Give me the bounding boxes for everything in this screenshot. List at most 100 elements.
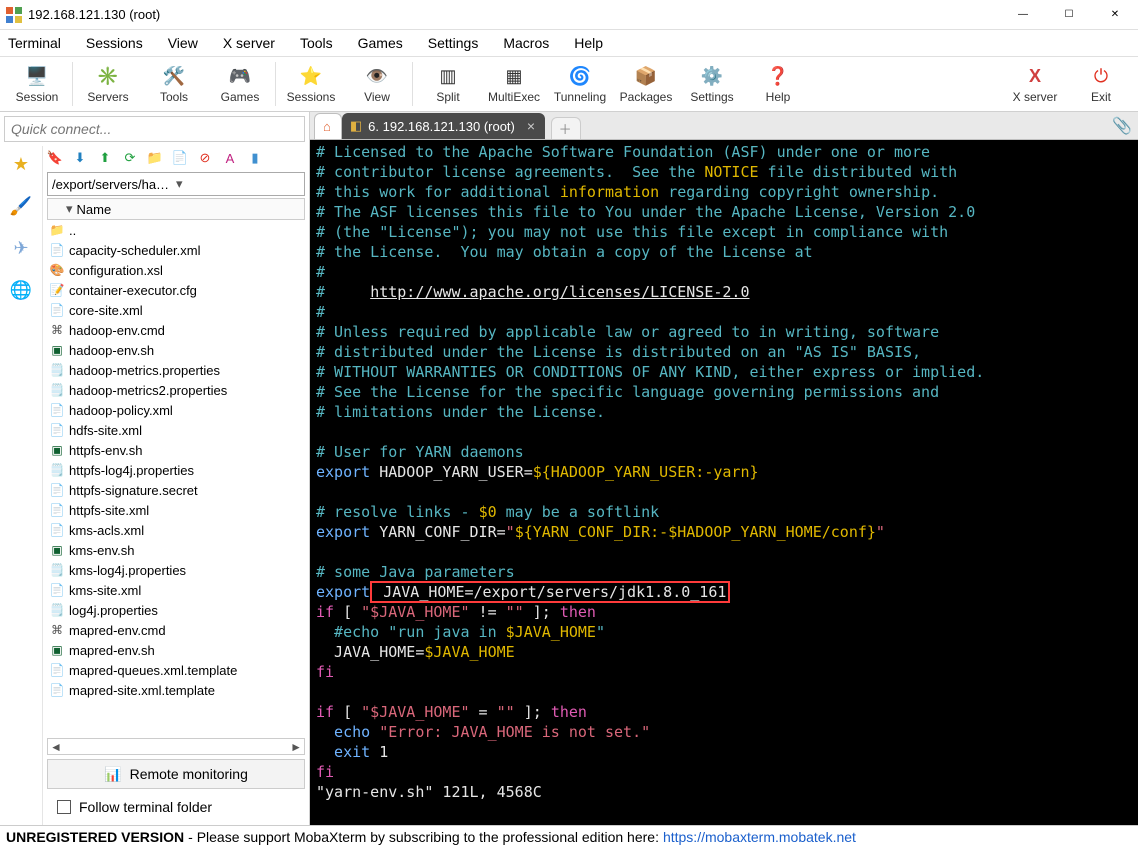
tab-close-icon[interactable]: × <box>527 118 535 134</box>
exit-button[interactable]: ⏻Exit <box>1068 58 1134 110</box>
menu-macros[interactable]: Macros <box>499 33 553 53</box>
file-item[interactable]: 📝 container-executor.cfg <box>47 280 305 300</box>
file-icon: 📄 <box>49 522 65 538</box>
file-item[interactable]: 🗒️httpfs-log4j.properties <box>47 460 305 480</box>
menu-settings[interactable]: Settings <box>424 33 483 53</box>
tools-icon: 🛠️ <box>162 64 186 88</box>
file-icon: 📄 <box>49 682 65 698</box>
file-item[interactable]: 🗒️hadoop-metrics.properties <box>47 360 305 380</box>
remote-monitoring-button[interactable]: 📊Remote monitoring <box>47 759 305 789</box>
file-item[interactable]: 🗒️log4j.properties <box>47 600 305 620</box>
file-item[interactable]: 🎨configuration.xsl <box>47 260 305 280</box>
menu-tools[interactable]: Tools <box>296 33 337 53</box>
path-dropdown-icon[interactable]: ▾ <box>174 176 300 192</box>
file-item[interactable]: ⌘mapred-env.cmd <box>47 620 305 640</box>
file-item[interactable]: ▣mapred-env.sh <box>47 640 305 660</box>
status-link[interactable]: https://mobaxterm.mobatek.net <box>663 829 856 845</box>
sftp-file-list[interactable]: 📁.. 📄capacity-scheduler.xml🎨configuratio… <box>47 220 305 738</box>
send-icon[interactable]: ✈ <box>9 236 33 260</box>
delete-icon[interactable]: ⊘ <box>197 150 213 166</box>
download-icon[interactable]: ⬇ <box>72 150 88 166</box>
tools-button[interactable]: 🛠️Tools <box>141 58 207 110</box>
quick-connect-input[interactable] <box>4 116 305 142</box>
split-button[interactable]: ▥Split <box>415 58 481 110</box>
menu-help[interactable]: Help <box>570 33 607 53</box>
file-item[interactable]: ▣kms-env.sh <box>47 540 305 560</box>
file-item[interactable]: 🗒️kms-log4j.properties <box>47 560 305 580</box>
newfolder-icon[interactable]: 📁 <box>147 150 163 166</box>
xserver-button[interactable]: XX server <box>1002 58 1068 110</box>
terminal-view[interactable]: # Licensed to the Apache Software Founda… <box>310 140 1138 825</box>
file-icon: 📄 <box>49 502 65 518</box>
brush-icon[interactable]: 🖌️ <box>9 194 33 218</box>
power-icon: ⏻ <box>1089 64 1113 88</box>
sessions-icon: ⭐ <box>299 64 323 88</box>
minimize-button[interactable]: — <box>1000 0 1046 30</box>
status-message: - Please support MobaXterm by subscribin… <box>188 829 659 845</box>
menu-view[interactable]: View <box>164 33 202 53</box>
file-item[interactable]: 🗒️hadoop-metrics2.properties <box>47 380 305 400</box>
sessions-button[interactable]: ⭐Sessions <box>278 58 344 110</box>
terminal-tab-icon: ◧ <box>350 118 362 134</box>
newfile-icon[interactable]: 📄 <box>172 150 188 166</box>
file-name: kms-acls.xml <box>69 523 144 538</box>
xserver-icon: X <box>1023 64 1047 88</box>
help-button[interactable]: ❓Help <box>745 58 811 110</box>
bookmark-icon[interactable]: 🔖 <box>47 150 63 166</box>
games-button[interactable]: 🎮Games <box>207 58 273 110</box>
checkbox-icon[interactable] <box>57 800 71 814</box>
file-icon: ▣ <box>49 342 65 358</box>
file-item[interactable]: 📄 kms-acls.xml <box>47 520 305 540</box>
side-icon-bar: ★ 🖌️ ✈ 🌐 <box>0 146 42 825</box>
file-item[interactable]: 📄mapred-site.xml.template <box>47 680 305 700</box>
file-item[interactable]: 📄core-site.xml <box>47 300 305 320</box>
file-icon: 🎨 <box>49 262 65 278</box>
upload-icon[interactable]: ⬆ <box>97 150 113 166</box>
file-item[interactable]: 📄kms-site.xml <box>47 580 305 600</box>
multiexec-button[interactable]: ▦MultiExec <box>481 58 547 110</box>
file-icon: 🗒️ <box>49 602 65 618</box>
horizontal-scrollbar[interactable]: ◄► <box>47 738 305 755</box>
close-button[interactable]: ✕ <box>1092 0 1138 30</box>
file-item[interactable]: 📄httpfs-site.xml <box>47 500 305 520</box>
file-item[interactable]: 📄hdfs-site.xml <box>47 420 305 440</box>
file-item[interactable]: 📄capacity-scheduler.xml <box>47 240 305 260</box>
tunneling-button[interactable]: 🌀Tunneling <box>547 58 613 110</box>
file-icon: 📝 <box>49 282 65 298</box>
file-name: container-executor.cfg <box>69 283 197 298</box>
toggle-icon[interactable]: ▮ <box>247 150 263 166</box>
follow-terminal-toggle[interactable]: Follow terminal folder <box>47 793 305 821</box>
menu-terminal[interactable]: Terminal <box>4 33 65 53</box>
font-icon[interactable]: A <box>222 150 238 166</box>
file-icon: 📄 <box>49 662 65 678</box>
settings-button[interactable]: ⚙️Settings <box>679 58 745 110</box>
session-button[interactable]: 🖥️Session <box>4 58 70 110</box>
refresh-icon[interactable]: ⟳ <box>122 150 138 166</box>
file-item[interactable]: 📄httpfs-signature.secret <box>47 480 305 500</box>
tab-new[interactable]: ＋ <box>551 117 581 139</box>
star-icon[interactable]: ★ <box>9 152 33 176</box>
parent-folder[interactable]: 📁.. <box>47 220 305 240</box>
file-item[interactable]: ⌘hadoop-env.cmd <box>47 320 305 340</box>
file-item[interactable]: ▣hadoop-env.sh <box>47 340 305 360</box>
sftp-header[interactable]: ▾Name <box>47 198 305 220</box>
menu-games[interactable]: Games <box>354 33 407 53</box>
file-icon: ⌘ <box>49 622 65 638</box>
packages-button[interactable]: 📦Packages <box>613 58 679 110</box>
servers-button[interactable]: ✳️Servers <box>75 58 141 110</box>
file-icon: 📄 <box>49 242 65 258</box>
file-item[interactable]: 📄hadoop-policy.xml <box>47 400 305 420</box>
menu-sessions[interactable]: Sessions <box>82 33 147 53</box>
title-bar: 192.168.121.130 (root) — ☐ ✕ <box>0 0 1138 30</box>
globe-icon[interactable]: 🌐 <box>9 278 33 302</box>
maximize-button[interactable]: ☐ <box>1046 0 1092 30</box>
tab-session[interactable]: ◧ 6. 192.168.121.130 (root) × <box>342 113 545 139</box>
paperclip-icon[interactable]: 📎 <box>1112 116 1132 136</box>
sftp-path-input[interactable]: /export/servers/hadoop-2.7.4/et ▾ <box>47 172 305 196</box>
view-button[interactable]: 👁️View <box>344 58 410 110</box>
file-item[interactable]: ▣httpfs-env.sh <box>47 440 305 460</box>
file-item[interactable]: 📄mapred-queues.xml.template <box>47 660 305 680</box>
tab-home[interactable]: ⌂ <box>314 113 342 139</box>
file-name: hadoop-metrics.properties <box>69 363 220 378</box>
menu-xserver[interactable]: X server <box>219 33 279 53</box>
